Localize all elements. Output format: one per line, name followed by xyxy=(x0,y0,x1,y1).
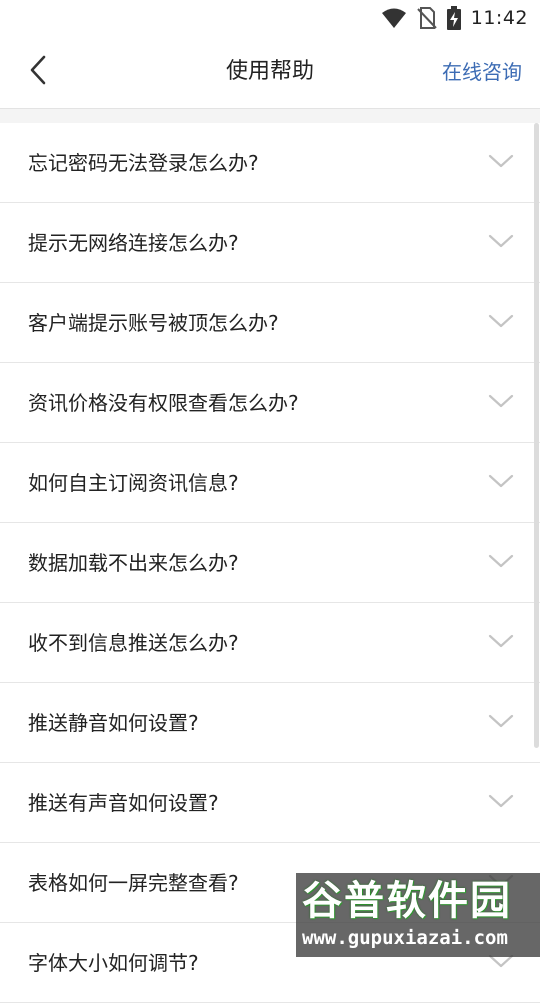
watermark-url: www.gupuxiazai.com xyxy=(302,927,508,949)
faq-item[interactable]: 客户端提示账号被顶怎么办? xyxy=(0,283,540,363)
faq-item[interactable]: 推送静音如何设置? xyxy=(0,683,540,763)
back-button[interactable] xyxy=(18,52,58,92)
faq-question: 数据加载不出来怎么办? xyxy=(28,551,239,575)
faq-question: 收不到信息推送怎么办? xyxy=(28,631,239,655)
faq-question: 字体大小如何调节? xyxy=(28,951,199,975)
faq-question: 表格如何一屏完整查看? xyxy=(28,871,239,895)
faq-question: 提示无网络连接怎么办? xyxy=(28,231,239,255)
watermark: 谷普软件园 www.gupuxiazai.com xyxy=(296,873,540,957)
faq-item[interactable]: 提示无网络连接怎么办? xyxy=(0,203,540,283)
faq-item[interactable]: 收不到信息推送怎么办? xyxy=(0,603,540,683)
nav-bar: 使用帮助 在线咨询 xyxy=(0,36,540,109)
faq-question: 客户端提示账号被顶怎么办? xyxy=(28,311,279,335)
status-bar: 11:42 xyxy=(0,0,540,36)
faq-item[interactable]: 资讯价格没有权限查看怎么办? xyxy=(0,363,540,443)
chevron-left-icon xyxy=(29,55,47,89)
chevron-down-icon[interactable] xyxy=(488,711,514,731)
faq-question: 资讯价格没有权限查看怎么办? xyxy=(28,391,299,415)
faq-question: 如何自主订阅资讯信息? xyxy=(28,471,239,495)
chevron-down-icon[interactable] xyxy=(488,231,514,251)
chevron-down-icon[interactable] xyxy=(488,151,514,171)
faq-item[interactable]: 数据加载不出来怎么办? xyxy=(0,523,540,603)
status-clock: 11:42 xyxy=(470,7,528,29)
chevron-down-icon[interactable] xyxy=(488,551,514,571)
watermark-title: 谷普软件园 xyxy=(302,878,512,924)
scrollbar[interactable] xyxy=(534,123,539,748)
faq-question: 忘记密码无法登录怎么办? xyxy=(28,151,259,175)
faq-item[interactable]: 推送有声音如何设置? xyxy=(0,763,540,843)
faq-item[interactable]: 如何自主订阅资讯信息? xyxy=(0,443,540,523)
chevron-down-icon[interactable] xyxy=(488,631,514,651)
faq-question: 推送有声音如何设置? xyxy=(28,791,219,815)
section-gap xyxy=(0,109,540,123)
wifi-icon xyxy=(381,7,407,29)
faq-question: 推送静音如何设置? xyxy=(28,711,199,735)
chevron-down-icon[interactable] xyxy=(488,311,514,331)
chevron-down-icon[interactable] xyxy=(488,791,514,811)
chevron-down-icon[interactable] xyxy=(488,471,514,491)
faq-item[interactable]: 忘记密码无法登录怎么办? xyxy=(0,123,540,203)
chevron-down-icon[interactable] xyxy=(488,391,514,411)
status-icons: 11:42 xyxy=(381,6,528,30)
faq-list: 忘记密码无法登录怎么办? 提示无网络连接怎么办? 客户端提示账号被顶怎么办? 资讯价格… xyxy=(0,123,540,1003)
no-sim-icon xyxy=(417,7,437,29)
online-consult-link[interactable]: 在线咨询 xyxy=(442,36,522,108)
battery-charging-icon xyxy=(446,6,461,30)
